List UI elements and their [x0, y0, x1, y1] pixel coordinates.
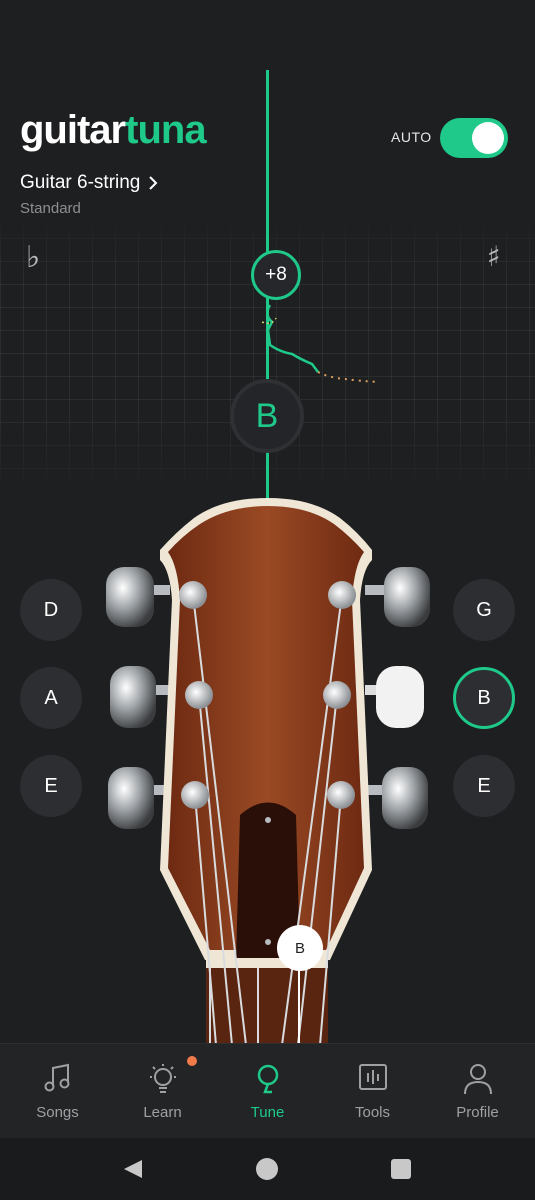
string-button-low-e[interactable]: E: [20, 755, 82, 817]
music-note-icon: [44, 1063, 69, 1092]
nav-songs[interactable]: Songs: [4, 1044, 111, 1139]
nav-tools[interactable]: Tools: [319, 1044, 426, 1139]
home-icon[interactable]: [255, 1157, 279, 1181]
string-button-high-e[interactable]: E: [453, 755, 515, 817]
nav-tune[interactable]: Tune: [214, 1044, 321, 1139]
nav-songs-label: Songs: [36, 1104, 79, 1121]
nav-profile-label: Profile: [456, 1104, 499, 1121]
string-button-b[interactable]: B: [453, 667, 515, 729]
current-note: B: [230, 379, 304, 453]
string-button-d[interactable]: D: [20, 579, 82, 641]
cents-indicator: +8: [251, 250, 301, 300]
back-icon[interactable]: [122, 1158, 144, 1180]
bottom-navigation: Songs Learn Tune Tools Profile: [0, 1043, 535, 1139]
string-button-a[interactable]: A: [20, 667, 82, 729]
nav-profile[interactable]: Profile: [424, 1044, 531, 1139]
recents-icon[interactable]: [390, 1158, 412, 1180]
tools-icon: [358, 1064, 387, 1090]
nav-learn[interactable]: Learn: [109, 1044, 216, 1139]
nav-learn-label: Learn: [143, 1104, 182, 1121]
nav-tools-label: Tools: [354, 1104, 391, 1121]
guitar-headstock: [106, 498, 430, 1045]
nav-tune-label: Tune: [250, 1104, 285, 1121]
tuner-icon: [257, 1064, 278, 1094]
selected-string-line: [298, 968, 300, 1043]
selected-string-marker: B: [277, 925, 323, 971]
system-navigation-bar: [0, 1138, 535, 1200]
learn-notification-badge: [187, 1056, 197, 1066]
string-button-g[interactable]: G: [453, 579, 515, 641]
profile-icon: [463, 1064, 492, 1095]
lightbulb-icon: [149, 1064, 176, 1093]
